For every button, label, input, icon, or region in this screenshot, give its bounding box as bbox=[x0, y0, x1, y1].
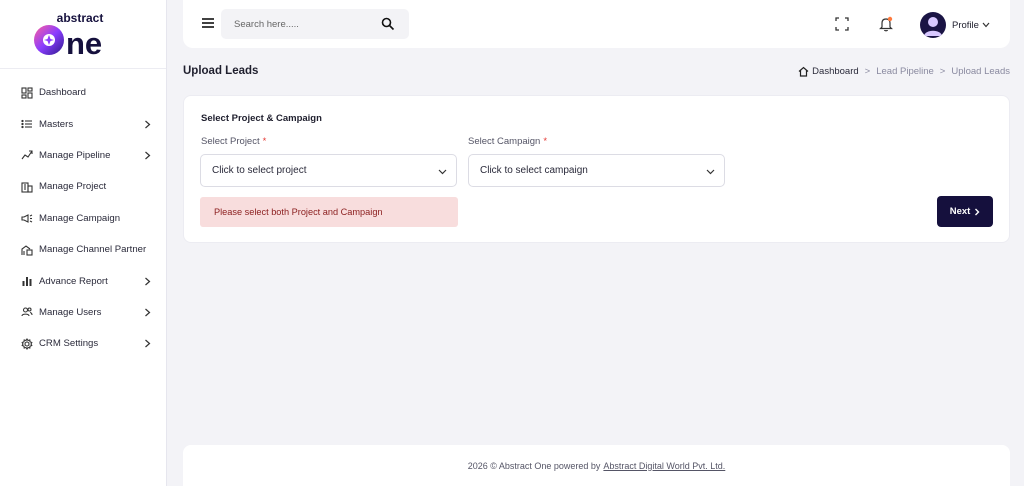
chevron-right-icon bbox=[142, 150, 152, 160]
sidebar: abstract ne Dashboard Masters Manage Pip… bbox=[0, 0, 167, 486]
sidebar-item-manage-project[interactable]: Manage Project bbox=[0, 171, 166, 202]
required-mark: * bbox=[262, 136, 267, 147]
project-label: Select Project * bbox=[201, 136, 266, 147]
sidebar-item-label: Dashboard bbox=[39, 87, 86, 99]
breadcrumb-upload-leads: Upload Leads bbox=[951, 66, 1010, 77]
sidebar-item-masters[interactable]: Masters bbox=[0, 108, 166, 139]
sidebar-item-label: Advance Report bbox=[39, 275, 108, 287]
page-title: Upload Leads bbox=[183, 65, 259, 77]
chevron-right-icon bbox=[142, 339, 152, 349]
sidebar-item-label: CRM Settings bbox=[39, 338, 99, 350]
footer-text: 2026 © Abstract One powered by bbox=[467, 460, 601, 471]
sidebar-item-label: Manage Users bbox=[39, 306, 102, 318]
sidebar-item-dashboard[interactable]: Dashboard bbox=[0, 77, 166, 108]
hamburger-menu-icon[interactable] bbox=[201, 16, 215, 30]
campaign-select-value: Click to select campaign bbox=[480, 165, 588, 176]
section-title: Select Project & Campaign bbox=[201, 113, 322, 124]
svg-text:ne: ne bbox=[66, 26, 102, 59]
notification-bell-icon[interactable] bbox=[879, 16, 893, 32]
avatar bbox=[920, 12, 946, 38]
breadcrumb-separator: > bbox=[939, 66, 946, 77]
pipeline-icon bbox=[20, 149, 33, 162]
breadcrumb-lead-pipeline[interactable]: Lead Pipeline bbox=[876, 66, 934, 77]
fullscreen-icon[interactable] bbox=[835, 17, 849, 31]
chevron-right-icon bbox=[142, 276, 152, 286]
campaign-label-text: Select Campaign bbox=[468, 136, 541, 147]
partner-icon bbox=[20, 243, 33, 256]
chevron-right-icon bbox=[142, 307, 152, 317]
search-box bbox=[221, 9, 409, 39]
svg-text:abstract: abstract bbox=[57, 11, 104, 25]
profile-label: Profile bbox=[952, 19, 979, 31]
chevron-right-icon bbox=[975, 208, 980, 215]
chevron-down-icon bbox=[438, 167, 447, 176]
next-button[interactable]: Next bbox=[937, 196, 993, 227]
home-icon bbox=[798, 66, 809, 77]
sidebar-nav: Dashboard Masters Manage Pipeline Manage… bbox=[0, 69, 166, 360]
validation-alert: Please select both Project and Campaign bbox=[200, 197, 458, 227]
campaign-label: Select Campaign * bbox=[468, 136, 547, 147]
chevron-down-icon bbox=[982, 21, 990, 29]
brand-logo[interactable]: abstract ne bbox=[0, 0, 166, 69]
chevron-down-icon bbox=[706, 167, 715, 176]
megaphone-icon bbox=[20, 212, 33, 225]
required-mark: * bbox=[543, 136, 548, 147]
campaign-select[interactable]: Click to select campaign bbox=[468, 154, 725, 187]
dashboard-icon bbox=[20, 86, 33, 99]
gear-icon bbox=[20, 337, 33, 350]
breadcrumb-dashboard[interactable]: Dashboard bbox=[798, 66, 859, 77]
sidebar-item-label: Manage Pipeline bbox=[39, 149, 111, 161]
list-icon bbox=[20, 118, 33, 131]
search-input[interactable] bbox=[221, 18, 371, 30]
breadcrumb: Dashboard > Lead Pipeline > Upload Leads bbox=[798, 66, 1010, 77]
sidebar-item-label: Manage Channel Partner bbox=[39, 244, 147, 256]
abstract-one-logo: abstract ne bbox=[34, 11, 104, 59]
chevron-right-icon bbox=[142, 119, 152, 129]
upload-leads-card: Select Project & Campaign Select Project… bbox=[183, 95, 1010, 243]
building-icon bbox=[20, 180, 33, 193]
sidebar-item-manage-users[interactable]: Manage Users bbox=[0, 297, 166, 328]
project-label-text: Select Project bbox=[201, 136, 260, 147]
sidebar-item-label: Masters bbox=[39, 118, 74, 130]
footer: 2026 © Abstract One powered by Abstract … bbox=[183, 445, 1010, 486]
sidebar-item-advance-report[interactable]: Advance Report bbox=[0, 265, 166, 296]
sidebar-item-label: Manage Campaign bbox=[39, 212, 121, 224]
sidebar-item-label: Manage Project bbox=[39, 181, 107, 193]
sidebar-item-crm-settings[interactable]: CRM Settings bbox=[0, 328, 166, 359]
topbar: Profile bbox=[183, 0, 1010, 48]
profile-menu[interactable]: Profile bbox=[920, 12, 990, 38]
sidebar-item-manage-channel-partner[interactable]: Manage Channel Partner bbox=[0, 234, 166, 265]
footer-company-link[interactable]: Abstract Digital World Pvt. Ltd. bbox=[603, 461, 725, 471]
users-icon bbox=[20, 306, 33, 319]
search-icon[interactable] bbox=[381, 17, 395, 31]
breadcrumb-label: Dashboard bbox=[812, 66, 859, 77]
project-select-value: Click to select project bbox=[212, 165, 307, 176]
next-button-label: Next bbox=[949, 206, 971, 217]
project-select[interactable]: Click to select project bbox=[200, 154, 457, 187]
bar-chart-icon bbox=[20, 275, 33, 288]
breadcrumb-separator: > bbox=[864, 66, 871, 77]
sidebar-item-manage-campaign[interactable]: Manage Campaign bbox=[0, 203, 166, 234]
sidebar-item-manage-pipeline[interactable]: Manage Pipeline bbox=[0, 140, 166, 171]
